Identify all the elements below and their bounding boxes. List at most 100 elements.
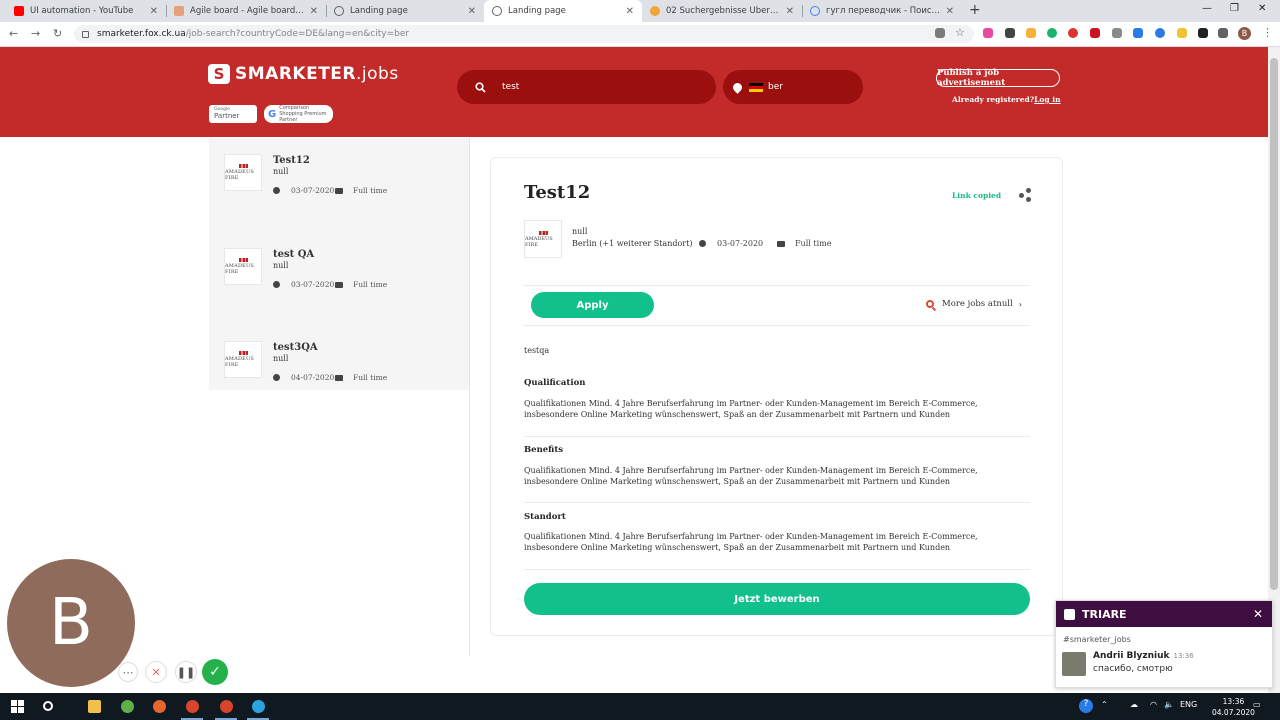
globe-icon [334,6,344,16]
new-tab-button[interactable]: + [969,2,981,18]
clock-icon [699,240,706,247]
company-name: null [572,227,588,236]
browser-tab[interactable]: Agile board - Agile board - Smar ✕ [166,0,326,22]
lock-icon [82,30,89,38]
bookmark-star-icon[interactable]: ☆ [955,26,965,39]
close-tab-icon[interactable]: ✕ [626,6,634,17]
recorder-more-button[interactable]: ⋯ [118,662,138,682]
more-jobs-link[interactable]: More jobs atnull › [926,299,1022,309]
site-logo[interactable]: S SMARKETER.jobs [208,64,399,84]
job-list: AMADEUS FIRE Test12 null 03-07-2020 Full… [209,138,469,390]
taskbar-clock[interactable]: 13:36 04.07.2020 [1212,696,1255,718]
extension-icon[interactable] [1068,28,1078,38]
cloud-icon[interactable]: ☁ [1130,700,1138,709]
chrome-icon[interactable] [186,700,199,713]
address-bar[interactable]: smarketer.fox.ck.ua/job-search?countryCo… [74,25,974,43]
firefox-icon[interactable] [153,700,166,713]
extension-icon[interactable] [983,28,993,38]
extension-icon[interactable] [1026,28,1036,38]
browser-tab-active[interactable]: Landing page ✕ [484,0,642,22]
publish-job-button[interactable]: Publish a job advertisement [936,68,1060,88]
back-icon[interactable]: ← [9,27,18,40]
css-premium-partner-badge: G Comparison Shopping Premium Partner [264,105,333,123]
document-icon [650,6,660,16]
file-explorer-icon[interactable] [88,700,101,713]
app-icon[interactable] [121,700,134,713]
extension-icon[interactable] [1112,28,1122,38]
recorder-pause-button[interactable]: ❚❚ [175,661,197,683]
extension-icon[interactable] [1177,28,1187,38]
globe-icon [492,6,502,16]
job-location: Berlin (+1 weiterer Standort) [572,239,693,248]
job-list-item[interactable]: AMADEUS FIRE test QA null 03-07-2020 Ful… [224,248,464,308]
close-notification-icon[interactable]: ✕ [1253,607,1263,621]
extension-icon[interactable] [1005,28,1015,38]
clock-icon [273,281,280,288]
map-pin-icon [731,80,744,94]
section-heading: Qualification [524,378,586,388]
job-date: 03-07-2020 [699,239,763,248]
close-tab-icon[interactable]: ✕ [310,6,318,17]
profile-avatar[interactable]: B [1238,27,1251,40]
location-input[interactable]: ber [723,70,863,104]
germany-flag-icon [749,82,763,92]
close-tab-icon[interactable]: ✕ [946,6,954,17]
close-tab-icon[interactable]: ✕ [150,6,158,17]
recorder-done-button[interactable]: ✓ [202,659,228,685]
company-logo: AMADEUS FIRE [224,154,262,191]
puzzle-icon[interactable] [1218,28,1228,38]
minimize-icon[interactable]: — [1202,3,1212,14]
volume-icon[interactable]: 🔈 [1164,700,1174,709]
extension-icon[interactable] [935,28,945,38]
company-logo: AMADEUS FIRE [224,248,262,285]
notifications-icon[interactable]: ▭ [1253,700,1261,709]
chrome-icon[interactable] [220,700,233,713]
briefcase-icon [335,187,343,194]
scrollbar-thumb[interactable] [1270,58,1278,590]
windows-start-icon[interactable] [11,700,24,713]
chevron-up-icon[interactable]: ⌃ [1101,700,1108,709]
language-indicator[interactable]: ENG [1180,700,1197,709]
slack-notification[interactable]: TRIARE ✕ #smarketer_jobs Andrii Blyzniuk… [1055,600,1273,688]
help-icon[interactable]: ? [1079,699,1093,713]
translate-icon[interactable] [1133,28,1143,38]
slack-icon [1064,608,1075,620]
apply-now-button[interactable]: Jetzt bewerben [524,583,1030,615]
browser-menu-icon[interactable]: ⋮ [1262,26,1273,39]
forward-icon[interactable]: → [31,27,40,40]
telegram-icon[interactable] [252,700,265,713]
company-logo: AMADEUS FIRE [224,341,262,378]
browser-tab[interactable]: UI automation - YouTube ✕ [6,0,166,22]
wifi-icon[interactable]: ◠ [1150,700,1157,709]
chevron-right-icon: › [1018,299,1022,309]
briefcase-icon [777,240,785,247]
login-prompt: Already registered?Log in [952,95,1061,104]
google-icon [810,6,820,16]
extension-icon[interactable] [1047,28,1057,38]
google-g-icon: G [268,108,277,120]
apply-button[interactable]: Apply [531,292,654,318]
job-list-item[interactable]: AMADEUS FIRE test3QA null 04-07-2020 Ful… [224,341,464,401]
close-window-icon[interactable]: ✕ [1258,3,1266,14]
search-icon[interactable] [43,701,53,711]
browser-tab[interactable]: Landing page ✕ [326,0,484,22]
browser-tab[interactable]: гугл переводчик - Поиск в Goo ✕ [802,0,962,22]
company-logo: AMADEUS FIRE [524,220,562,258]
job-list-item[interactable]: AMADEUS FIRE Test12 null 03-07-2020 Full… [224,154,464,214]
reload-icon[interactable]: ↻ [53,27,62,40]
adblock-icon[interactable] [1090,28,1100,38]
search-icon [926,300,934,308]
close-tab-icon[interactable]: ✕ [786,6,794,17]
extension-icon[interactable] [1155,28,1165,38]
extension-icon[interactable] [1198,28,1208,38]
site-header: S SMARKETER.jobs Google Partner G Compar… [0,47,1268,137]
close-tab-icon[interactable]: ✕ [468,6,476,17]
browser-tab[interactable]: 02 Suchergebnisse Übersicht - S ✕ [642,0,802,22]
maximize-icon[interactable]: ❐ [1230,3,1239,14]
login-link[interactable]: Log in [1034,95,1060,104]
list-divider [469,138,470,656]
share-icon[interactable] [1019,188,1031,202]
job-type: Full time [777,239,831,248]
recorder-cancel-button[interactable]: ✕ [145,661,167,683]
job-search-input[interactable]: test [457,70,716,104]
